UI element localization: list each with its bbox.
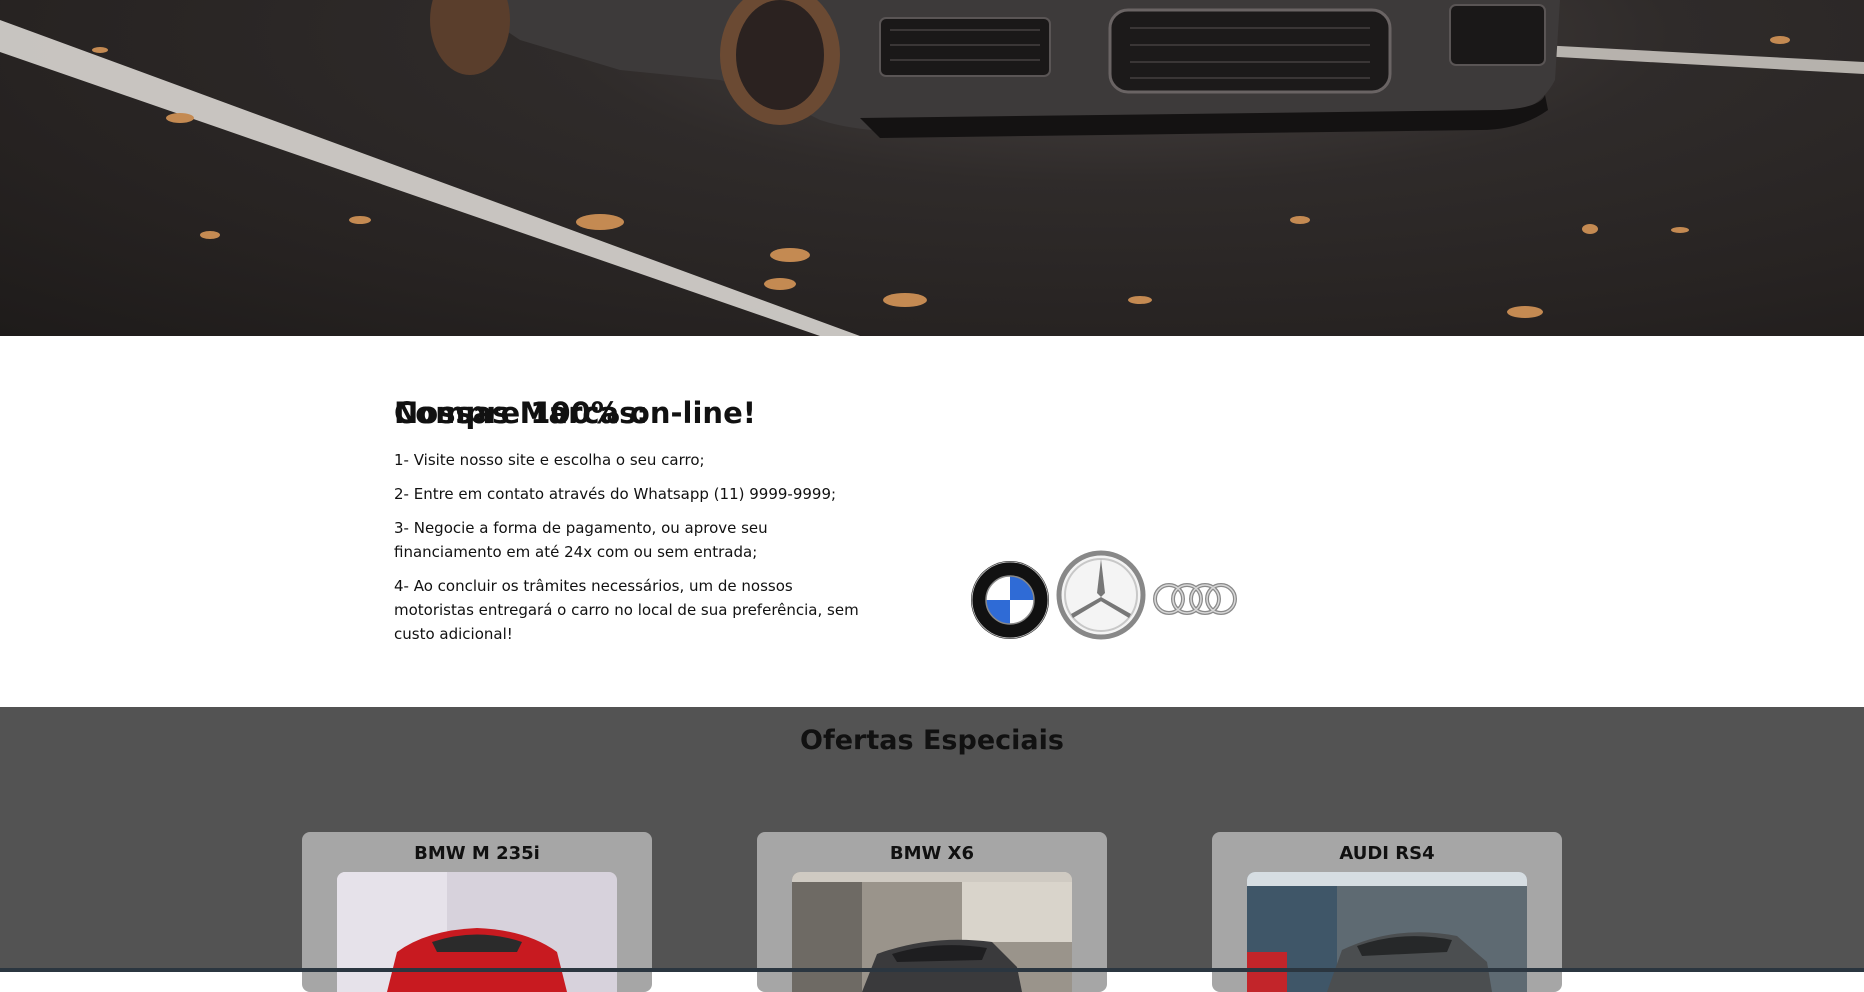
- step-item: 2- Entre em contato através do Whatsapp …: [394, 485, 837, 503]
- brands-title: Nossas Marcas:: [394, 396, 648, 430]
- step-item: 3- Negocie a forma de pagamento, ou apro…: [394, 519, 768, 561]
- hero-car-photo: [0, 0, 1864, 336]
- step-item: 1- Visite nosso site e escolha o seu car…: [394, 451, 705, 469]
- offer-card-photo: [337, 872, 617, 992]
- offer-card-photo: [1247, 872, 1527, 992]
- offer-card-title: AUDI RS4: [1339, 843, 1435, 864]
- bottom-bar: [0, 968, 1864, 972]
- info-section: Compre 100% on-line! 1- Visite nosso sit…: [0, 336, 1864, 708]
- offer-card-photo: [792, 872, 1072, 992]
- steps-list: 1- Visite nosso site e escolha o seu car…: [394, 448, 874, 656]
- audi-logo: [1153, 583, 1237, 615]
- offer-card-title: BMW M 235i: [414, 843, 540, 864]
- mercedes-benz-logo: [1056, 550, 1146, 640]
- step-item: 4- Ao concluir os trâmites necessários, …: [394, 577, 859, 643]
- offers-title: Ofertas Especiais: [800, 725, 1064, 756]
- offers-section: Ofertas Especiais BMW M 235i BMW X6 AUDI…: [0, 707, 1864, 992]
- bmw-logo: [971, 561, 1049, 639]
- offer-card-title: BMW X6: [889, 843, 975, 864]
- hero-image: [0, 0, 1864, 336]
